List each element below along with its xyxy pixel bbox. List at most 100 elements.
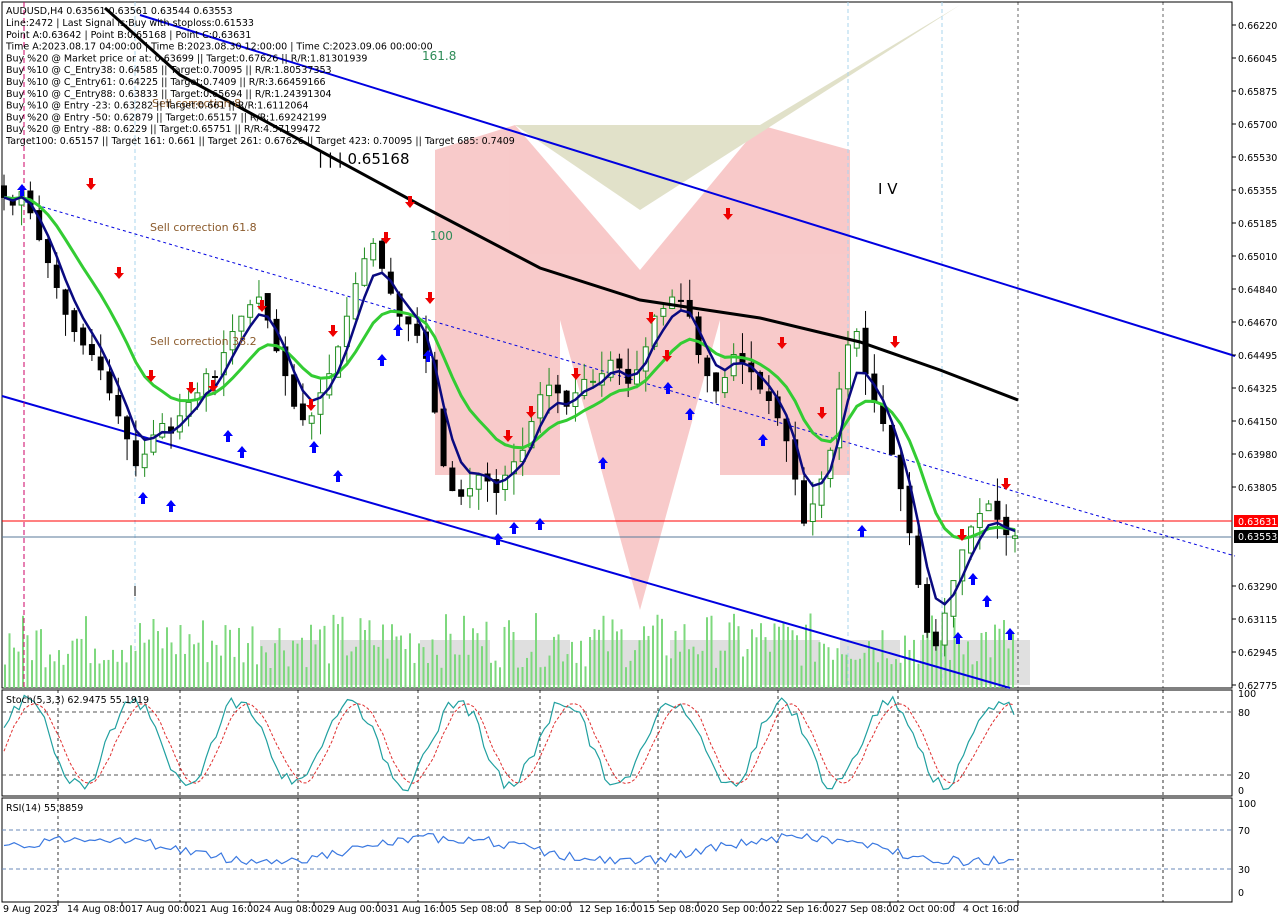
candle-body [159, 422, 166, 438]
volume-bar [94, 648, 96, 688]
volume-bar [454, 654, 456, 688]
volume-bar [143, 642, 146, 688]
candle-body [106, 371, 113, 394]
volume-bar [328, 663, 330, 688]
volume-bar [233, 656, 236, 688]
volume-bar [580, 640, 582, 688]
volume-bar [422, 647, 425, 688]
time-tick-label: 21 Aug 16:00 [195, 904, 259, 915]
volume-bar [490, 662, 492, 688]
volume-bar [35, 630, 38, 688]
volume-bar [445, 614, 447, 688]
volume-bar [373, 645, 375, 688]
volume-bar [742, 656, 744, 688]
candle-body [238, 315, 245, 332]
volume-bar [985, 631, 987, 688]
volume-bar [364, 630, 366, 688]
volume-bar [4, 664, 6, 688]
candle-body [546, 384, 553, 397]
volume-bar [854, 659, 857, 688]
volume-bar [8, 633, 11, 688]
candle-body [844, 344, 851, 390]
volume-bar [823, 643, 825, 688]
volume-bar [301, 637, 303, 688]
volume-bar [67, 653, 69, 688]
price-tick-label: 0.63115 [1238, 615, 1277, 626]
time-tick-label: 20 Sep 00:00 [707, 904, 770, 915]
volume-bar [76, 638, 78, 688]
volume-bar [751, 629, 753, 688]
svg-text:0.63631: 0.63631 [1238, 517, 1277, 528]
volume-bar [512, 632, 515, 688]
time-tick-label: 15 Sep 08:00 [643, 904, 706, 915]
volume-bar [13, 647, 15, 688]
volume-bar [197, 642, 200, 688]
info-line: Buy %10 @ C_Entry61: 0.64225 || Target:0… [6, 77, 326, 88]
volume-bar [157, 631, 159, 688]
volume-bar [247, 643, 249, 688]
volume-bar [593, 629, 596, 688]
volume-bar [44, 667, 47, 688]
info-line: Line:2472 | Last Signal is:Buy with stop… [6, 18, 254, 29]
volume-bar [427, 663, 429, 688]
info-line: Time A:2023.08.17 04:00:00 | Time B:2023… [5, 42, 433, 53]
volume-bar [220, 655, 222, 688]
volume-bar [625, 667, 627, 688]
volume-bar [904, 635, 906, 688]
candle-body [897, 454, 904, 490]
volume-bar [764, 637, 767, 688]
volume-bar [436, 654, 438, 688]
volume-bar [404, 649, 407, 688]
candle-body [141, 453, 148, 469]
volume-bar [251, 626, 254, 688]
volume-bar [175, 654, 177, 688]
volume-bar [17, 651, 20, 688]
info-line: Buy %20 @ Market price or at: 0.63699 ||… [6, 53, 367, 64]
volume-bar [931, 615, 933, 688]
volume-bar [598, 629, 600, 688]
volume-bar [463, 615, 465, 688]
candle-body [352, 283, 359, 320]
candle-body [211, 376, 218, 379]
candle-body [247, 304, 254, 318]
price-tick-label: 0.63980 [1238, 450, 1277, 461]
volume-bar [467, 654, 470, 688]
time-tick-label: 29 Aug 00:00 [323, 904, 387, 915]
volume-bar [121, 649, 123, 688]
candle-body [915, 535, 922, 585]
candle-body [308, 415, 315, 424]
wave-iv-label: I V [878, 180, 898, 198]
volume-bar [521, 667, 524, 688]
volume-bar [179, 625, 182, 688]
volume-bar [814, 661, 816, 688]
volume-bar [841, 654, 843, 688]
candle-body [299, 403, 306, 421]
chart-canvas: 161.8 100 | | | 0.65168 I V Sell correct… [0, 0, 1280, 920]
volume-bar [269, 667, 272, 688]
candle-body [976, 513, 983, 528]
volume-bar [278, 628, 281, 688]
volume-bar [170, 642, 173, 688]
volume-bar [589, 636, 591, 688]
volume-bar [85, 616, 87, 688]
volume-bar [323, 625, 326, 688]
volume-bar [652, 625, 654, 688]
volume-bar [310, 624, 312, 688]
candle-body [440, 408, 447, 467]
volume-bar [296, 643, 299, 688]
stoch-axis-80: 80 [1238, 708, 1250, 719]
volume-bar [526, 657, 528, 688]
volume-bar [193, 644, 195, 688]
volume-bar [656, 614, 659, 688]
price-tick-label: 0.63290 [1238, 582, 1277, 593]
volume-bar [368, 620, 371, 688]
volume-bar [674, 630, 677, 688]
volume-bar [782, 622, 785, 688]
volume-bar [431, 639, 434, 688]
volume-bar [40, 629, 42, 688]
volume-bar [242, 662, 245, 688]
time-tick-label: 4 Oct 16:00 [963, 904, 1019, 915]
volume-bar [665, 655, 668, 688]
volume-bar [215, 644, 218, 688]
volume-bar [886, 658, 888, 688]
